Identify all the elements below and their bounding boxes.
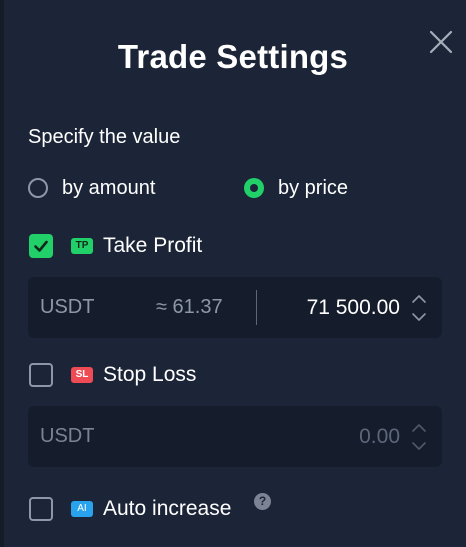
chevron-up-icon[interactable] (410, 291, 428, 307)
chevron-down-icon[interactable] (410, 438, 428, 454)
take-profit-approx: ≈ 61.37 (156, 296, 223, 318)
take-profit-price-input[interactable] (250, 277, 400, 338)
chevron-up-icon[interactable] (410, 420, 428, 436)
auto-increase-badge: AI (71, 501, 93, 517)
specify-value-label: Specify the value (28, 126, 181, 148)
stop-loss-label: Stop Loss (103, 363, 197, 386)
stop-loss-checkbox[interactable] (29, 363, 53, 387)
check-icon (34, 240, 48, 252)
stop-loss-stepper[interactable] (410, 420, 428, 454)
window-edge (0, 0, 4, 547)
auto-increase-label: Auto increase (103, 497, 232, 520)
stop-loss-badge: SL (71, 367, 93, 383)
radio-label: by price (278, 176, 349, 199)
take-profit-stepper[interactable] (410, 291, 428, 325)
close-icon[interactable] (427, 28, 455, 56)
radio-by-amount[interactable]: by amount (28, 175, 155, 201)
stop-loss-price-input[interactable] (250, 406, 400, 467)
radio-circle-selected[interactable] (244, 178, 264, 198)
chevron-down-icon[interactable] (410, 309, 428, 325)
stop-loss-toggle[interactable]: SL Stop Loss (29, 362, 196, 388)
radio-dot (250, 184, 258, 192)
stop-loss-field[interactable]: USDT (28, 406, 442, 467)
take-profit-label: Take Profit (103, 234, 203, 257)
radio-label: by amount (62, 176, 156, 199)
take-profit-toggle[interactable]: TP Take Profit (29, 233, 202, 259)
take-profit-field[interactable]: USDT ≈ 61.37 (28, 277, 442, 338)
auto-increase-toggle[interactable]: AI Auto increase (29, 496, 231, 522)
take-profit-badge: TP (71, 238, 93, 254)
take-profit-checkbox[interactable] (29, 234, 53, 258)
radio-by-price[interactable]: by price (244, 175, 348, 201)
radio-circle[interactable] (28, 178, 48, 198)
question-icon[interactable]: ? (254, 493, 271, 510)
auto-increase-checkbox[interactable] (29, 497, 53, 521)
take-profit-currency: USDT (40, 296, 95, 318)
dialog-title: Trade Settings (117, 38, 349, 75)
stop-loss-currency: USDT (40, 425, 95, 447)
